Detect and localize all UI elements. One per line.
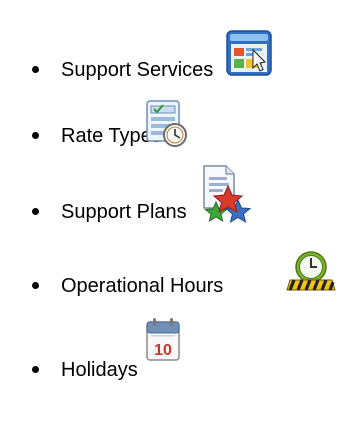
list-item-label: Holidays <box>61 359 138 381</box>
list-item-operational-hours: Operational Hours <box>0 236 348 297</box>
clock-barrier-icon <box>286 250 336 292</box>
list-item-holidays: Holidays 10 <box>0 316 348 381</box>
bullet-icon <box>32 132 39 139</box>
list-item-label: Support Plans <box>61 201 187 223</box>
checklist-clock-icon <box>146 100 188 148</box>
support-services-window-icon <box>226 30 272 76</box>
bullet-list: Support Services Rate Types Support Plan… <box>0 0 348 428</box>
document-stars-icon <box>200 164 252 224</box>
bullet-icon <box>32 282 39 289</box>
list-item-support-plans: Support Plans <box>0 164 348 224</box>
bullet-icon <box>32 208 39 215</box>
list-item-support-services: Support Services <box>0 30 348 90</box>
bullet-icon <box>32 66 39 73</box>
list-item-label: Operational Hours <box>61 275 224 297</box>
bullet-icon <box>32 366 39 373</box>
calendar-day-number: 10 <box>154 342 172 359</box>
list-item-rate-types: Rate Types <box>0 100 348 160</box>
calendar-icon: 10 <box>144 316 184 364</box>
list-item-label: Support Services <box>61 59 214 81</box>
